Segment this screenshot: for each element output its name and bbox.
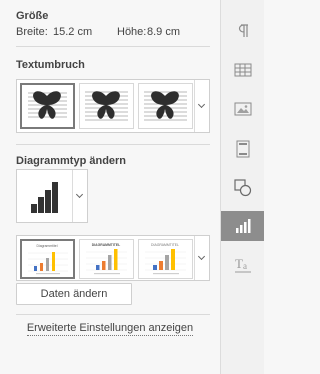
butterfly-wrap-icon	[85, 91, 128, 121]
divider	[16, 46, 210, 47]
height-value: 8.9 cm	[147, 26, 181, 38]
chart-style-1[interactable]: Diagrammtitel	[20, 239, 75, 279]
chart-type-heading: Diagrammtyp ändern	[16, 155, 127, 167]
paragraph-settings-tab[interactable]	[221, 16, 264, 46]
text-art-settings-tab[interactable]: T a	[221, 250, 264, 280]
advanced-settings-text: Erweiterte Einstellungen anzeigen	[26, 322, 194, 336]
chevron-down-icon	[197, 252, 206, 261]
divider	[16, 314, 210, 315]
svg-text:a: a	[243, 261, 247, 271]
butterfly-wrap-icon	[28, 91, 67, 119]
thumb-title: DIAGRAMMTITEL	[151, 243, 179, 247]
thumb-title: Diagrammtitel	[37, 244, 58, 248]
svg-text:T: T	[235, 256, 243, 271]
chart-icon	[235, 219, 250, 233]
chart-style-gallery: Diagrammtitel DIAGRAMMTITEL DIAGRAMMTITE…	[16, 235, 210, 281]
chart-style-3[interactable]: DIAGRAMMTITEL	[138, 239, 193, 279]
chart-style-2[interactable]: DIAGRAMMTITEL	[79, 239, 134, 279]
bar-chart-icon	[31, 182, 58, 213]
thumb-title: DIAGRAMMTITEL	[92, 243, 120, 247]
wrap-heading: Textumbruch	[16, 59, 85, 71]
chart-style-dropdown[interactable]	[194, 236, 209, 280]
wrap-gallery-dropdown[interactable]	[194, 80, 209, 132]
shape-icon	[233, 179, 251, 197]
size-heading: Größe	[16, 10, 49, 22]
chart-type-selector[interactable]	[16, 169, 88, 223]
advanced-settings-link[interactable]: Erweiterte Einstellungen anzeigen	[0, 322, 220, 336]
table-icon	[234, 63, 251, 77]
chart-style-thumbnail: DIAGRAMMTITEL	[86, 243, 127, 275]
text-art-icon: T a	[234, 256, 251, 273]
table-settings-tab[interactable]	[221, 55, 264, 85]
wrap-style-gallery	[16, 79, 210, 133]
chart-style-thumbnail: Diagrammtitel	[28, 244, 68, 275]
header-footer-icon	[236, 140, 249, 158]
shape-settings-tab[interactable]	[221, 173, 264, 203]
width-value: 15.2 cm	[53, 26, 93, 38]
chart-settings-panel: Größe Breite: 15.2 cm Höhe: 8.9 cm Textu…	[0, 0, 220, 374]
divider	[16, 144, 210, 145]
chevron-down-icon	[197, 100, 206, 109]
width-label: Breite:	[16, 26, 48, 38]
height-label: Höhe:	[117, 26, 147, 38]
edit-data-button[interactable]: Daten ändern	[16, 283, 132, 305]
chart-style-thumbnail: DIAGRAMMTITEL	[145, 243, 186, 275]
paragraph-icon	[238, 24, 248, 37]
wrap-option-square[interactable]	[79, 83, 134, 129]
wrap-option-tight[interactable]	[138, 83, 193, 129]
chart-type-preview	[17, 170, 73, 222]
image-settings-tab[interactable]	[221, 94, 264, 124]
chevron-down-icon	[75, 190, 84, 199]
wrap-option-inline[interactable]	[20, 83, 75, 129]
image-icon	[234, 102, 251, 116]
chart-settings-tab[interactable]	[221, 211, 264, 241]
right-sidebar: T a	[220, 0, 264, 374]
header-footer-settings-tab[interactable]	[221, 134, 264, 164]
butterfly-wrap-icon	[144, 91, 187, 121]
